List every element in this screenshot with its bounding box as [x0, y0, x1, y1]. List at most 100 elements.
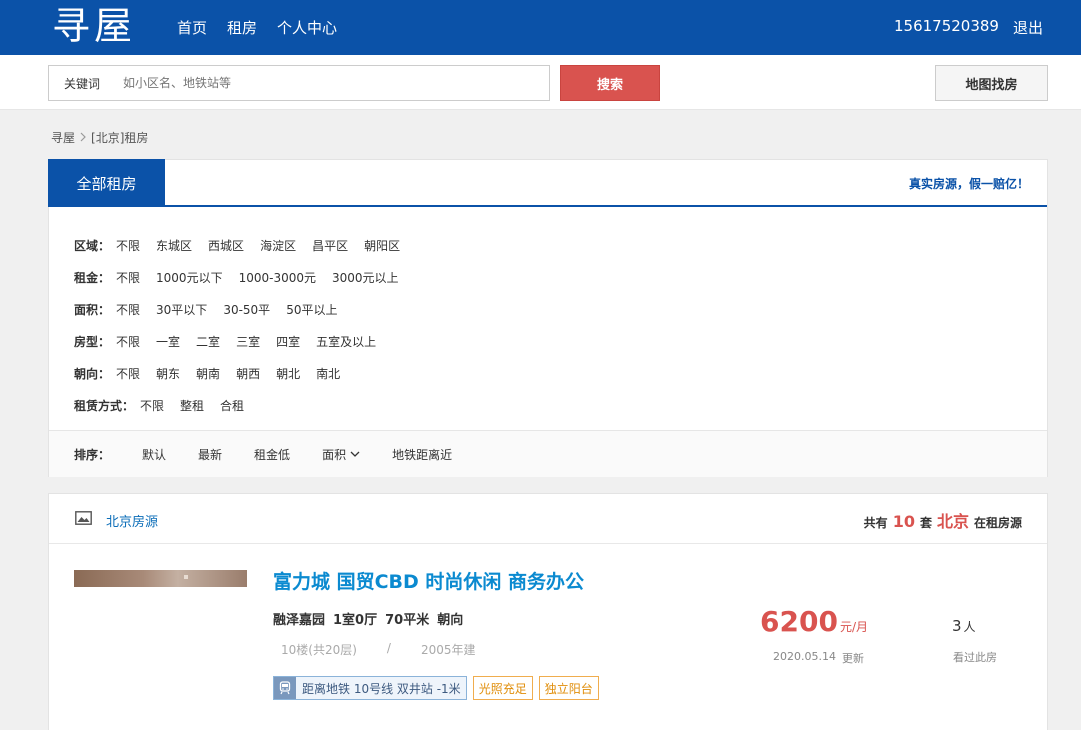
- filter-option[interactable]: 不限: [116, 237, 140, 254]
- sort-newest[interactable]: 最新: [198, 446, 222, 463]
- map-search-button[interactable]: 地图找房: [935, 65, 1048, 101]
- search-band: 关键词 搜索 地图找房: [0, 55, 1081, 110]
- filter-option[interactable]: 1000-3000元: [239, 269, 316, 286]
- listing-title[interactable]: 富力城 国贸CBD 时尚休闲 商务办公: [273, 567, 584, 594]
- filter-option[interactable]: 不限: [116, 269, 140, 286]
- filter-option[interactable]: 3000元以上: [332, 269, 399, 286]
- filter-option[interactable]: 南北: [316, 365, 340, 382]
- tab-all-rentals[interactable]: 全部租房: [48, 159, 165, 207]
- filter-row: 面积： 不限 30平以下 30-50平 50平以上: [74, 293, 1047, 325]
- filter-option[interactable]: 朝阳区: [364, 237, 400, 254]
- sort-area[interactable]: 面积: [322, 446, 360, 463]
- site-logo[interactable]: 寻屋: [52, 3, 136, 49]
- nav-profile[interactable]: 个人中心: [277, 17, 337, 38]
- filter-option[interactable]: 东城区: [156, 237, 192, 254]
- sort-label: 排序：: [74, 447, 111, 462]
- update-date: 2020.05.14: [773, 650, 836, 663]
- filter-option[interactable]: 朝北: [276, 365, 300, 382]
- filter-option[interactable]: 一室: [156, 333, 180, 350]
- price-value: 6200: [760, 605, 838, 638]
- filter-row: 租赁方式： 不限 整租 合租: [74, 389, 1047, 421]
- filter-option[interactable]: 不限: [116, 333, 140, 350]
- filter-option[interactable]: 50平以上: [286, 301, 337, 318]
- price-unit: 元/月: [839, 620, 868, 634]
- sort-metro-distance[interactable]: 地铁距离近: [392, 446, 452, 463]
- viewer-unit: 人: [963, 620, 976, 634]
- listing-count: 共有 10 套 北京 在租房源: [864, 508, 1022, 532]
- viewer-count: 3 人: [952, 617, 976, 635]
- filter-option[interactable]: 五室及以上: [316, 333, 376, 350]
- filter-option[interactable]: 不限: [116, 365, 140, 382]
- listing-community: 融泽嘉园: [273, 613, 326, 628]
- filter-option[interactable]: 海淀区: [260, 237, 296, 254]
- main-nav: 首页 租房 个人中心: [177, 17, 337, 38]
- listing-price: 6200 元/月: [760, 605, 868, 638]
- user-phone[interactable]: 15617520389: [894, 17, 999, 38]
- filter-option[interactable]: 1000元以下: [156, 269, 223, 286]
- filter-row: 租金： 不限 1000元以下 1000-3000元 3000元以上: [74, 261, 1047, 293]
- filter-option[interactable]: 昌平区: [312, 237, 348, 254]
- sort-default-label: 默认: [142, 447, 167, 462]
- sort-default[interactable]: 默认: [142, 446, 166, 463]
- listing-info: 融泽嘉园 1室0厅 70平米 朝向: [273, 609, 463, 628]
- update-info: 2020.05.14 更新: [773, 650, 864, 666]
- breadcrumb-current: [北京]租房: [91, 131, 149, 145]
- listing-item: 富力城 国贸CBD 时尚休闲 商务办公 融泽嘉园 1室0厅 70平米 朝向 10…: [49, 545, 1047, 725]
- filter-row: 区域： 不限 东城区 西城区 海淀区 昌平区 朝阳区: [74, 229, 1047, 261]
- breadcrumb: 寻屋 [北京]租房: [51, 129, 148, 146]
- filter-option[interactable]: 朝西: [236, 365, 260, 382]
- count-prefix: 共有: [863, 516, 888, 530]
- sort-newest-label: 最新: [198, 447, 223, 462]
- breadcrumb-home[interactable]: 寻屋: [51, 129, 75, 146]
- filter-option[interactable]: 朝东: [156, 365, 180, 382]
- filter-option[interactable]: 三室: [236, 333, 260, 350]
- filter-label: 房型：: [74, 334, 111, 349]
- listing-layout: 1室0厅: [333, 613, 378, 628]
- filter-option[interactable]: 不限: [116, 301, 140, 318]
- sort-area-label: 面积: [322, 447, 347, 462]
- subway-icon: [274, 677, 296, 699]
- listing-area: 70平米: [385, 613, 430, 628]
- filter-label: 面积：: [74, 302, 111, 317]
- listing-meta-divider: /: [386, 641, 391, 655]
- filter-option[interactable]: 四室: [276, 333, 300, 350]
- listing-built-year: 2005年建: [420, 643, 476, 657]
- metro-tag-text: 距离地铁 10号线 双井站 -1米: [302, 681, 461, 696]
- logout-link[interactable]: 退出: [1013, 17, 1043, 38]
- viewer-number: 3: [952, 617, 962, 635]
- sort-bar: 排序： 默认 最新 租金低 面积 地铁距离近: [49, 430, 1047, 477]
- filter-option[interactable]: 朝南: [196, 365, 220, 382]
- viewer-label: 看过此房: [953, 651, 997, 664]
- tag-balcony: 独立阳台: [538, 676, 599, 700]
- filter-tabbar: 全部租房 真实房源，假一赔亿！: [48, 159, 1047, 207]
- listing-source-title[interactable]: 北京房源: [106, 511, 158, 530]
- count-unit: 套: [919, 516, 932, 530]
- nav-home[interactable]: 首页: [177, 17, 207, 38]
- filter-option[interactable]: 合租: [220, 397, 244, 414]
- chevron-right-icon: [79, 131, 87, 145]
- listing-tags: 距离地铁 10号线 双井站 -1米 光照充足 独立阳台: [273, 676, 599, 700]
- search-input[interactable]: [123, 68, 523, 98]
- filter-label: 朝向：: [74, 366, 111, 381]
- filter-option[interactable]: 二室: [196, 333, 220, 350]
- filter-row: 房型： 不限 一室 二室 三室 四室 五室及以上: [74, 325, 1047, 357]
- filter-label: 租赁方式：: [74, 398, 135, 413]
- keyword-label: 关键词: [64, 76, 101, 91]
- filter-row: 朝向： 不限 朝东 朝南 朝西 朝北 南北: [74, 357, 1047, 389]
- filter-option[interactable]: 30-50平: [223, 301, 270, 318]
- filter-option[interactable]: 不限: [140, 397, 164, 414]
- thumbnail-detail: [184, 575, 188, 579]
- filter-option[interactable]: 整租: [180, 397, 204, 414]
- user-area: 15617520389 退出: [894, 17, 1043, 38]
- sort-metro-label: 地铁距离近: [392, 447, 453, 462]
- filter-option[interactable]: 西城区: [208, 237, 244, 254]
- filter-option[interactable]: 30平以下: [156, 301, 207, 318]
- count-number: 10: [892, 512, 915, 531]
- listing-header: 北京房源 共有 10 套 北京 在租房源: [49, 494, 1047, 544]
- search-button[interactable]: 搜索: [560, 65, 660, 101]
- filter-label: 区域：: [74, 238, 111, 253]
- listing-thumbnail[interactable]: [74, 570, 247, 587]
- search-box: 关键词: [48, 65, 550, 101]
- sort-price-low[interactable]: 租金低: [254, 446, 290, 463]
- nav-rent[interactable]: 租房: [227, 17, 257, 38]
